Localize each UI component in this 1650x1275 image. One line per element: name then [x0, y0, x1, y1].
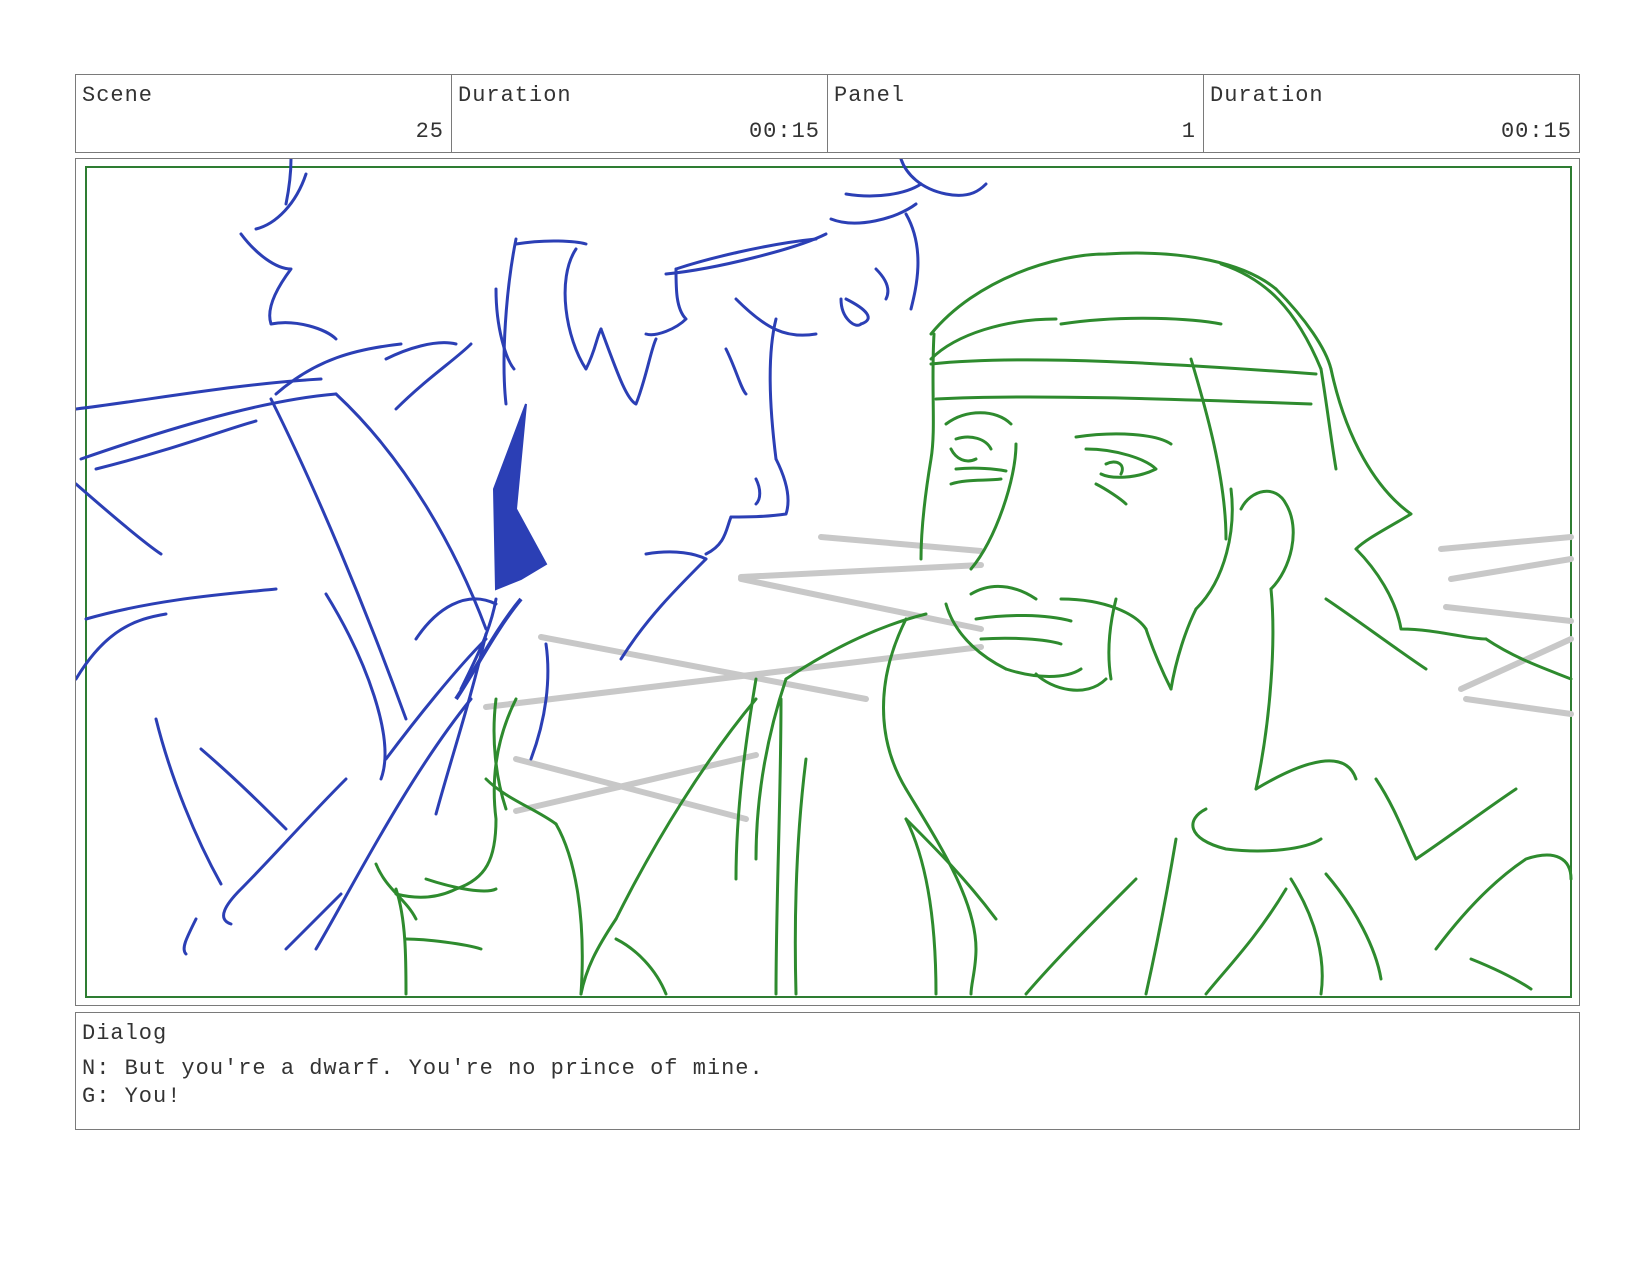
scene-number: 25 [415, 119, 444, 144]
panel-cell: Panel 1 [828, 75, 1204, 152]
scene-duration-cell: Duration 00:15 [452, 75, 828, 152]
scene-label: Scene [82, 83, 154, 108]
collar-line [454, 597, 523, 701]
panel-number: 1 [1181, 119, 1196, 144]
panel-duration-label: Duration [1210, 83, 1324, 108]
panel-sketch [76, 159, 1574, 998]
collar-shadow [492, 403, 548, 591]
dialog-line: G: You! [82, 1084, 182, 1109]
dialog-label: Dialog [82, 1021, 168, 1046]
dialog-box: Dialog N: But you're a dwarf. You're no … [75, 1012, 1580, 1130]
dialog-lines: N: But you're a dwarf. You're no prince … [82, 1055, 764, 1111]
scene-duration-label: Duration [458, 83, 572, 108]
storyboard-panel [75, 158, 1580, 1006]
scene-cell: Scene 25 [76, 75, 452, 152]
background-lines [483, 534, 1574, 822]
panel-duration-value: 00:15 [1500, 119, 1572, 144]
camera-frame [85, 166, 1572, 998]
panel-duration-cell: Duration 00:15 [1204, 75, 1579, 152]
right-character-sketch [374, 251, 1573, 996]
scene-duration-value: 00:15 [748, 119, 820, 144]
scene-info-header: Scene 25 Duration 00:15 Panel 1 Duration… [75, 74, 1580, 153]
panel-label: Panel [834, 83, 906, 108]
dialog-line: N: But you're a dwarf. You're no prince … [82, 1056, 764, 1081]
